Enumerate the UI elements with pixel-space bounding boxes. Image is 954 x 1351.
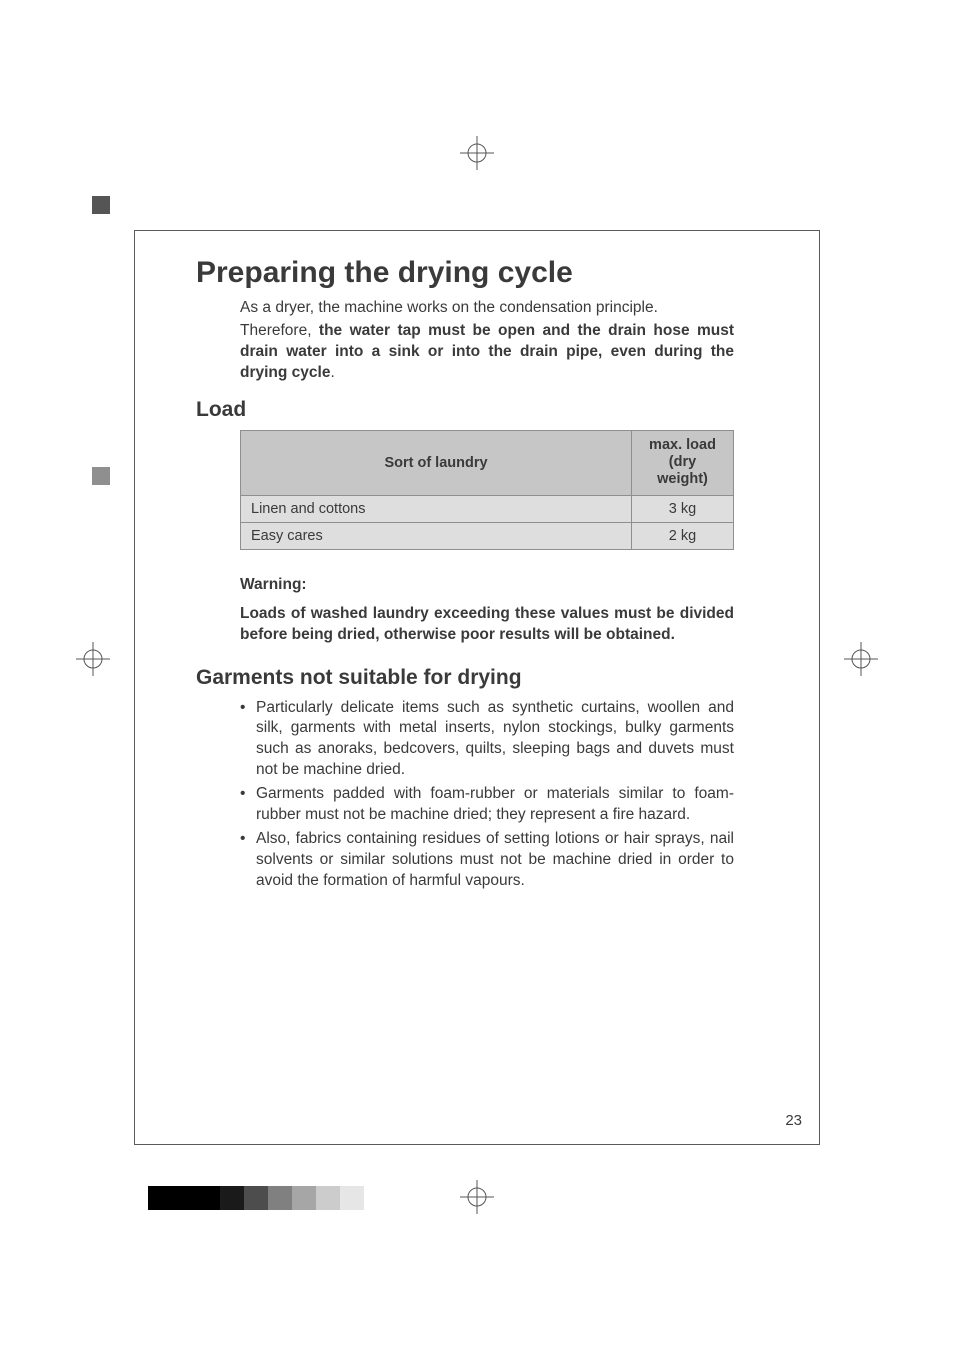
registration-mark-right-icon bbox=[844, 642, 878, 676]
swatch bbox=[244, 1186, 268, 1210]
therefore-paragraph: Therefore, the water tap must be open an… bbox=[240, 321, 734, 384]
intro-paragraph: As a dryer, the machine works on the con… bbox=[240, 298, 734, 319]
table-cell-value: 2 kg bbox=[632, 522, 734, 549]
swatch bbox=[196, 1186, 220, 1210]
page-title: Preparing the drying cycle bbox=[196, 256, 734, 290]
warning-block: Warning: Loads of washed laundry exceedi… bbox=[240, 576, 734, 646]
swatch bbox=[340, 1186, 364, 1210]
therefore-lead: Therefore, bbox=[240, 322, 319, 339]
list-item: Garments padded with foam-rubber or mate… bbox=[240, 784, 734, 825]
section-load-heading: Load bbox=[196, 398, 734, 422]
load-table: Sort of laundry max. load (dry weight) L… bbox=[240, 430, 734, 550]
list-item: Also, fabrics containing residues of set… bbox=[240, 829, 734, 891]
table-header-max-l2: (dry weight) bbox=[657, 454, 708, 487]
swatch bbox=[172, 1186, 196, 1210]
registration-mark-bottom-icon bbox=[460, 1180, 494, 1214]
warning-body: Loads of washed laundry exceeding these … bbox=[240, 604, 734, 646]
swatch bbox=[148, 1186, 172, 1210]
table-cell-label: Easy cares bbox=[241, 522, 632, 549]
swatch bbox=[292, 1186, 316, 1210]
page-content: Preparing the drying cycle As a dryer, t… bbox=[196, 256, 734, 895]
table-header-max: max. load (dry weight) bbox=[632, 430, 734, 495]
page-number: 23 bbox=[785, 1112, 802, 1129]
table-row: Linen and cottons 3 kg bbox=[241, 495, 734, 522]
registration-mark-top-icon bbox=[460, 136, 494, 170]
table-header-sort: Sort of laundry bbox=[241, 430, 632, 495]
section-garments-heading: Garments not suitable for drying bbox=[196, 666, 734, 690]
list-item: Particularly delicate items such as synt… bbox=[240, 698, 734, 780]
table-cell-label: Linen and cottons bbox=[241, 495, 632, 522]
registration-mark-left-icon bbox=[76, 642, 110, 676]
swatch bbox=[268, 1186, 292, 1210]
bleed-tab-top-icon bbox=[92, 196, 110, 214]
table-header-max-l1: max. load bbox=[649, 437, 716, 453]
warning-label: Warning: bbox=[240, 576, 734, 594]
bleed-tab-side-icon bbox=[92, 467, 110, 485]
therefore-tail: . bbox=[330, 364, 334, 381]
swatch bbox=[316, 1186, 340, 1210]
document-page: Preparing the drying cycle As a dryer, t… bbox=[0, 0, 954, 1351]
greyscale-strip-icon bbox=[148, 1186, 364, 1210]
table-row: Easy cares 2 kg bbox=[241, 522, 734, 549]
table-cell-value: 3 kg bbox=[632, 495, 734, 522]
swatch bbox=[220, 1186, 244, 1210]
garments-bullet-list: Particularly delicate items such as synt… bbox=[240, 698, 734, 891]
